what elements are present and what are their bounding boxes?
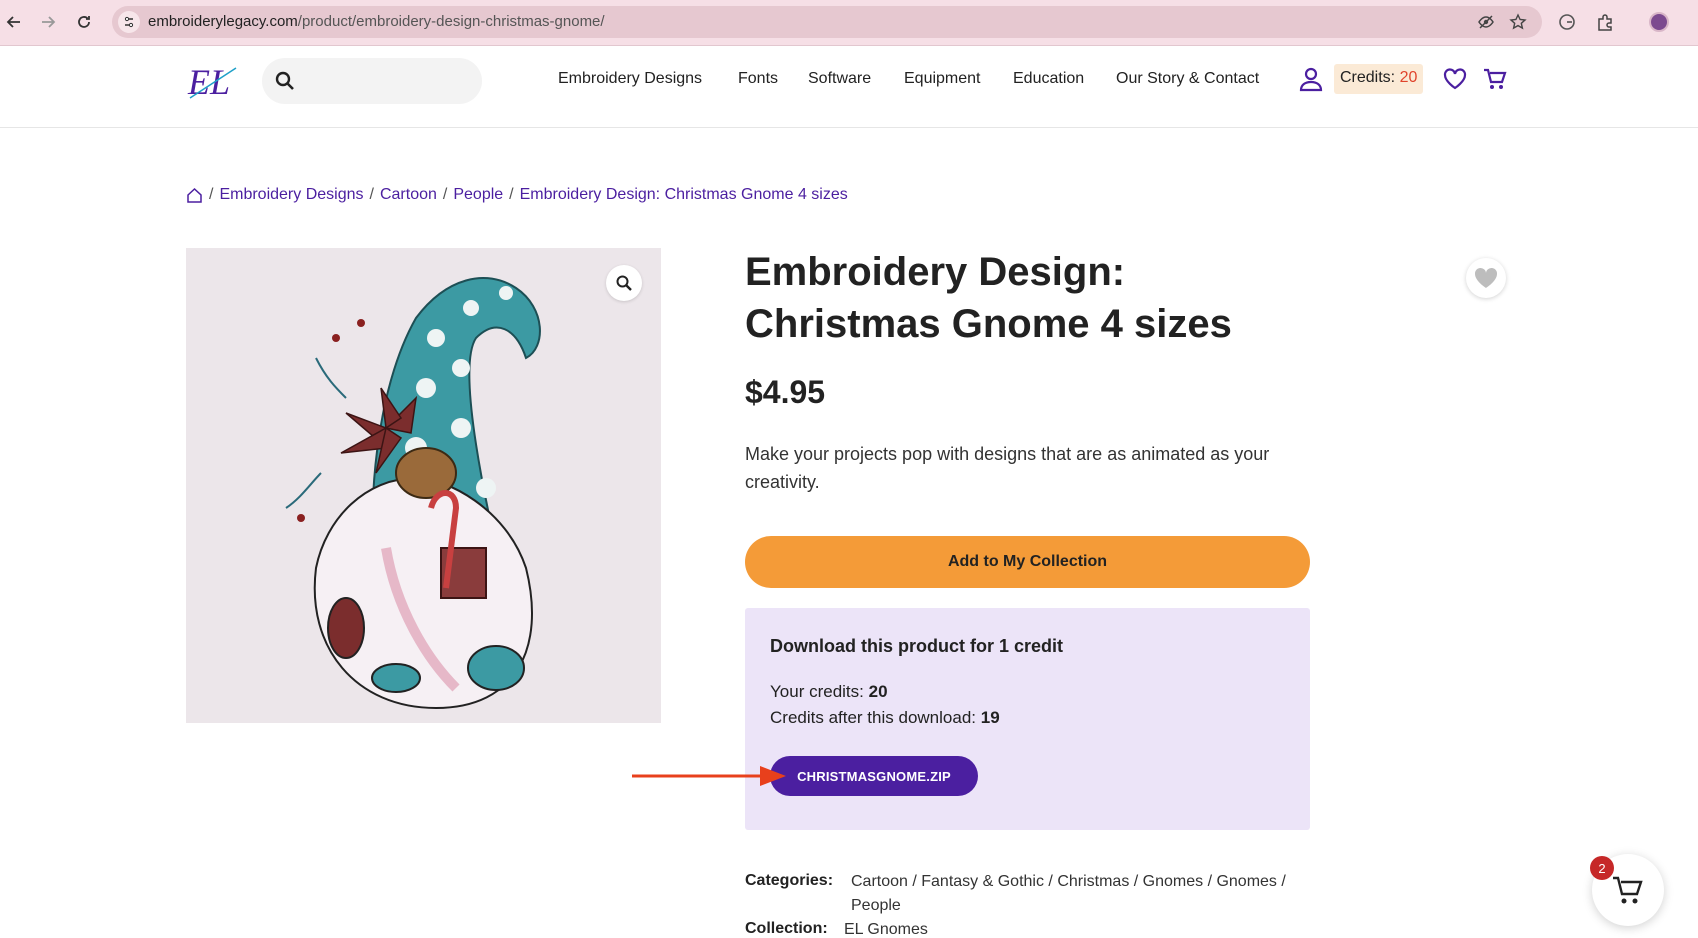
credits-after-line: Credits after this download: 19	[770, 708, 1000, 728]
collection-label: Collection:	[745, 920, 828, 937]
eye-off-icon[interactable]	[1476, 12, 1496, 32]
forward-arrow-icon[interactable]	[36, 10, 60, 34]
extension-g-icon[interactable]	[1556, 11, 1578, 33]
your-credits-line: Your credits: 20	[770, 682, 888, 702]
breadcrumb-cartoon[interactable]: Cartoon	[380, 186, 437, 204]
your-credits-label: Your credits:	[770, 682, 864, 701]
extensions-puzzle-icon[interactable]	[1594, 11, 1616, 33]
nav-equipment[interactable]: Equipment	[904, 70, 981, 88]
your-credits-value: 20	[868, 682, 888, 701]
cart-icon	[1613, 876, 1643, 904]
credits-label: Credits:	[1340, 69, 1396, 86]
nav-embroidery-designs[interactable]: Embroidery Designs	[558, 70, 702, 88]
search-input[interactable]	[262, 58, 482, 104]
breadcrumb-separator: /	[209, 186, 214, 203]
magnifier-icon	[616, 275, 632, 291]
zoom-magnifier-button[interactable]	[606, 265, 642, 301]
nav-education[interactable]: Education	[1013, 70, 1084, 88]
breadcrumb-embroidery-designs[interactable]: Embroidery Designs	[219, 186, 363, 204]
home-icon[interactable]	[186, 187, 203, 204]
nav-our-story-contact[interactable]: Our Story & Contact	[1116, 70, 1259, 88]
url-text: embroiderylegacy.com/product/embroidery-…	[148, 13, 605, 30]
credits-value: 20	[1399, 69, 1418, 86]
categories-label: Categories:	[745, 872, 834, 889]
wishlist-heart-icon[interactable]	[1442, 66, 1468, 92]
star-bookmark-icon[interactable]	[1508, 12, 1528, 32]
site-info-icon[interactable]	[118, 11, 140, 33]
categories-value[interactable]: Cartoon / Fantasy & Gothic / Christmas /…	[851, 870, 1311, 918]
search-icon	[275, 71, 294, 90]
download-title: Download this product for 1 credit	[770, 636, 1064, 656]
breadcrumb-separator: /	[369, 186, 374, 203]
collection-value[interactable]: EL Gnomes	[844, 918, 928, 938]
download-zip-button[interactable]: CHRISTMASGNOME.ZIP	[770, 756, 978, 796]
product-price: $4.95	[745, 374, 826, 410]
profile-avatar[interactable]	[1648, 11, 1670, 33]
back-arrow-icon[interactable]	[2, 10, 26, 34]
url-path: /product/embroidery-design-christmas-gno…	[297, 13, 605, 30]
breadcrumb-separator: /	[509, 186, 514, 203]
nav-software[interactable]: Software	[808, 70, 871, 88]
breadcrumb-people[interactable]: People	[453, 186, 503, 204]
add-to-collection-button[interactable]: Add to My Collection	[745, 536, 1310, 588]
cart-count-badge: 2	[1590, 856, 1614, 880]
account-icon[interactable]	[1298, 66, 1324, 92]
url-host: embroiderylegacy.com	[148, 13, 298, 30]
credits-after-value: 19	[980, 708, 1000, 727]
credits-badge[interactable]: Credits: 20	[1334, 64, 1424, 94]
heart-filled-icon	[1474, 267, 1498, 288]
address-bar[interactable]: embroiderylegacy.com/product/embroidery-…	[112, 6, 1542, 38]
download-panel: Download this product for 1 credit Your …	[745, 608, 1310, 830]
profile-avatar-image	[1649, 12, 1669, 32]
breadcrumb-separator: /	[442, 186, 448, 203]
breadcrumb: / Embroidery Designs / Cartoon / People …	[186, 186, 848, 204]
site-logo[interactable]: EL	[186, 60, 242, 104]
cart-icon[interactable]	[1482, 66, 1508, 92]
product-description: Make your projects pop with designs that…	[745, 444, 1270, 492]
product-title: Embroidery Design: Christmas Gnome 4 siz…	[745, 250, 1232, 346]
reload-icon[interactable]	[72, 10, 96, 34]
nav-fonts[interactable]: Fonts	[738, 70, 778, 88]
red-pointer-arrow	[632, 766, 786, 786]
add-to-wishlist-button[interactable]	[1466, 258, 1506, 298]
breadcrumb-current-product[interactable]: Embroidery Design: Christmas Gnome 4 siz…	[520, 186, 848, 204]
product-image-gnome[interactable]	[186, 248, 661, 723]
browser-toolbar: embroiderylegacy.com/product/embroidery-…	[0, 0, 1698, 46]
credits-after-label: Credits after this download:	[770, 708, 976, 727]
site-header: EL Embroidery Designs Fonts Software Equ…	[0, 46, 1698, 128]
